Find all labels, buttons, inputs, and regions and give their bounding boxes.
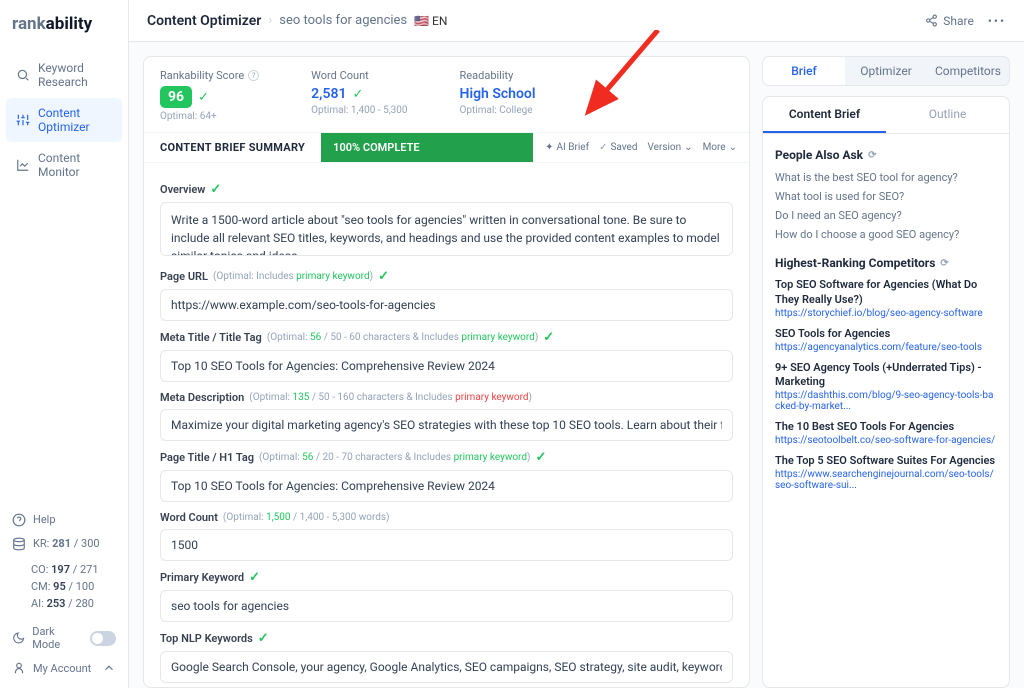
saved-status: ✓ Saved [599, 142, 637, 153]
usage-stats: CO: 197 / 271 CM: 95 / 100 AI: 253 / 280 [31, 561, 118, 612]
check-icon: ✓ [210, 182, 221, 197]
topbar: Content Optimizer › seo tools for agenci… [129, 0, 1024, 42]
search-icon [16, 68, 30, 82]
right-column: Brief Optimizer Competitors Content Brie… [762, 56, 1010, 688]
paa-item[interactable]: Do I need an SEO agency? [775, 206, 997, 225]
share-button[interactable]: Share [925, 14, 974, 28]
usage-header: KR: 281 / 300 [33, 537, 100, 550]
user-icon [12, 661, 26, 675]
account-link[interactable]: My Account [10, 656, 118, 680]
check-icon: ✓ [258, 631, 269, 646]
competitor-item[interactable]: The 10 Best SEO Tools For Agencieshttps:… [775, 420, 997, 446]
nav: Keyword Research Content Optimizer Conte… [0, 46, 128, 500]
brief-header: CONTENT BRIEF SUMMARY 100% COMPLETE ✦ AI… [144, 133, 749, 163]
meta-title-label: Meta Title / Title Tag [160, 331, 262, 344]
brief-progress: 100% COMPLETE [321, 133, 533, 162]
center-column: Rankability Score? 96✓ Optimal: 64+ Word… [143, 56, 750, 688]
darkmode-toggle[interactable] [90, 631, 116, 646]
help-link[interactable]: Help [10, 508, 118, 532]
share-icon [925, 14, 938, 27]
subtab-outline[interactable]: Outline [886, 97, 1009, 133]
competitor-item[interactable]: The Top 5 SEO Software Suites For Agenci… [775, 454, 997, 491]
nlp-input[interactable] [160, 651, 733, 683]
chart-icon [16, 158, 30, 172]
more-menu[interactable]: ••• [988, 14, 1006, 28]
check-icon: ✓ [378, 269, 389, 284]
paa-header: People Also Ask⟳ [775, 148, 997, 162]
overview-input[interactable] [160, 202, 733, 256]
check-icon: ✓ [543, 330, 554, 345]
sliders-icon [16, 113, 30, 127]
page-title-label: Page Title / H1 Tag [160, 451, 254, 464]
help-icon [12, 513, 26, 527]
paa-item[interactable]: What tool is used for SEO? [775, 187, 997, 206]
main-tabs: Brief Optimizer Competitors [762, 56, 1010, 86]
primary-keyword-input[interactable] [160, 590, 733, 622]
check-icon: ✓ [198, 90, 209, 105]
primary-keyword-label: Primary Keyword [160, 571, 244, 584]
sub-tabs: Content Brief Outline [763, 97, 1009, 134]
locale-badge[interactable]: 🇺🇸 EN [414, 14, 447, 28]
hrc-header: Highest-Ranking Competitors⟳ [775, 256, 997, 270]
breadcrumb: seo tools for agencies [279, 13, 407, 28]
tab-optimizer[interactable]: Optimizer [845, 57, 927, 85]
overview-label: Overview [160, 183, 205, 196]
chevron-up-icon [102, 661, 116, 675]
metric-score: Rankability Score? 96✓ Optimal: 64+ [160, 69, 259, 122]
page-title: Content Optimizer [147, 13, 261, 29]
competitor-item[interactable]: Top SEO Software for Agencies (What Do T… [775, 278, 997, 319]
side-panel: Content Brief Outline People Also Ask⟳ W… [762, 96, 1010, 688]
sidebar-bottom: Help KR: 281 / 300 CO: 197 / 271 CM: 95 … [0, 500, 128, 688]
refresh-icon[interactable]: ⟳ [940, 258, 951, 269]
nav-content-monitor[interactable]: Content Monitor [6, 143, 122, 187]
nav-content-optimizer[interactable]: Content Optimizer [6, 98, 122, 142]
meta-title-input[interactable] [160, 350, 733, 382]
main: Content Optimizer › seo tools for agenci… [129, 0, 1024, 688]
database-icon [12, 537, 26, 551]
moon-icon [12, 631, 25, 645]
sidebar: rankability Keyword Research Content Opt… [0, 0, 129, 688]
check-icon: ✓ [249, 570, 260, 585]
subtab-content-brief[interactable]: Content Brief [763, 97, 886, 133]
metrics-bar: Rankability Score? 96✓ Optimal: 64+ Word… [144, 57, 749, 133]
tab-brief[interactable]: Brief [763, 57, 845, 85]
more-dropdown[interactable]: More ⌄ [703, 142, 737, 153]
competitor-item[interactable]: SEO Tools for Agencieshttps://agencyanal… [775, 327, 997, 353]
page-title-input[interactable] [160, 470, 733, 502]
ai-brief-button[interactable]: ✦ AI Brief [545, 142, 589, 153]
paa-item[interactable]: How do I choose a good SEO agency? [775, 225, 997, 244]
url-input[interactable] [160, 289, 733, 321]
logo[interactable]: rankability [0, 0, 128, 46]
brief-summary-label: CONTENT BRIEF SUMMARY [144, 133, 321, 162]
version-dropdown[interactable]: Version ⌄ [648, 142, 693, 153]
darkmode-row[interactable]: Dark Mode [10, 620, 118, 656]
nlp-label: Top NLP Keywords [160, 632, 253, 645]
form-area[interactable]: Overview✓ Page URL(Optimal: Includes pri… [144, 163, 749, 687]
wordcount-label: Word Count [160, 511, 218, 524]
metric-wordcount: Word Count 2,581✓ Optimal: 1,400 - 5,300 [311, 69, 407, 122]
info-icon[interactable]: ? [248, 70, 259, 81]
check-icon: ✓ [352, 87, 363, 102]
tab-competitors[interactable]: Competitors [927, 57, 1009, 85]
nav-keyword-research[interactable]: Keyword Research [6, 53, 122, 97]
check-icon: ✓ [535, 450, 546, 465]
meta-desc-input[interactable] [160, 409, 733, 441]
competitor-item[interactable]: 9+ SEO Agency Tools (+Underrated Tips) -… [775, 361, 997, 413]
paa-item[interactable]: What is the best SEO tool for agency? [775, 168, 997, 187]
refresh-icon[interactable]: ⟳ [868, 150, 879, 161]
score-badge: 96 [160, 86, 192, 108]
metric-readability: Readability High School Optimal: College [460, 69, 536, 122]
url-label: Page URL [160, 270, 208, 283]
usage-link[interactable]: KR: 281 / 300 [10, 532, 118, 556]
wordcount-input[interactable] [160, 529, 733, 561]
meta-desc-label: Meta Description [160, 391, 244, 404]
